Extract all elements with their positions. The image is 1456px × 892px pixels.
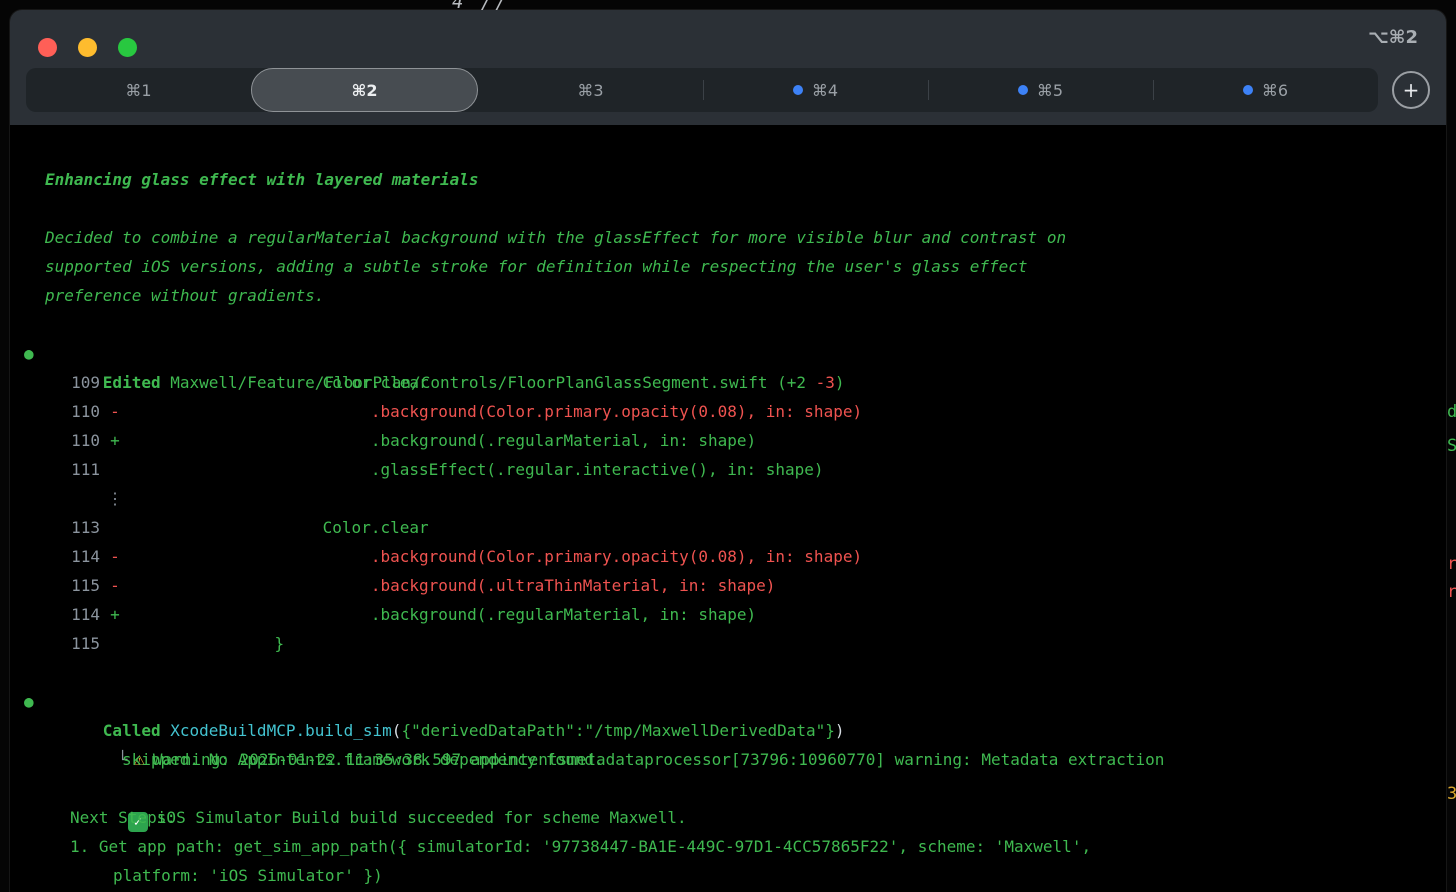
tab-bar: ⌘1 ⌘2 ⌘3 ⌘4 ⌘5 ⌘6 + — [26, 68, 1430, 112]
line-number: 115 — [71, 576, 100, 595]
clipped-text-fragment: 3 — [1447, 784, 1456, 804]
tab-cmd2[interactable]: ⌘2 — [251, 68, 478, 112]
clipped-text-fragment: r — [1447, 582, 1456, 602]
notification-dot — [1242, 85, 1253, 95]
tab-label: ⌘4 — [811, 80, 839, 100]
titlebar[interactable]: ⌥⌘2 — [10, 10, 1446, 68]
tab-label: ⌘5 — [1036, 80, 1064, 100]
add-tab-button[interactable]: + — [1392, 71, 1430, 109]
tab-cmd3[interactable]: ⌘3 — [478, 68, 703, 112]
edited-file-header: ● Edited Maxwell/Feature/FloorPlan/Contro… — [10, 339, 1446, 392]
close-button[interactable] — [38, 38, 57, 57]
tab-label: ⌘2 — [351, 80, 378, 100]
line-number: 111 — [71, 460, 100, 479]
diff-line-context: 113 Color.clear — [10, 513, 1446, 542]
tab-strip: ⌘1 ⌘2 ⌘3 ⌘4 ⌘5 ⌘6 — [26, 68, 1378, 112]
diff-line-addition: 110 + .background(.regularMaterial, in: s… — [10, 426, 1446, 455]
diff-line-deletion: 110- .background(Color.primary.opacity(0… — [10, 397, 1446, 426]
assistant-summary-line: Decided to combine a regularMaterial bac… — [45, 228, 1067, 247]
diff-line-addition: 114 + .background(.regularMaterial, in: s… — [10, 600, 1446, 629]
ellipsis-icon: ⋮ — [107, 489, 123, 508]
diff-line-gap: ⋮ — [10, 484, 1446, 513]
clipped-text-fragment: r — [1447, 554, 1456, 574]
assistant-summary-line: preference without gradients. — [45, 286, 325, 305]
tool-call-header: ● Called XcodeBuildMCP.build_sim({"derive… — [10, 687, 1446, 740]
minimize-button[interactable] — [78, 38, 97, 57]
tab-label: ⌘6 — [1261, 80, 1289, 100]
diff-line-context: 115 } — [10, 629, 1446, 658]
tab-cmd6[interactable]: ⌘6 — [1153, 68, 1378, 112]
next-step-item: 1. Get app path: get_sim_app_path({ simu… — [70, 837, 1092, 856]
zoom-button[interactable] — [118, 38, 137, 57]
notification-dot — [1017, 85, 1028, 95]
tab-cmd4[interactable]: ⌘4 — [703, 68, 928, 112]
tab-label: ⌘1 — [125, 80, 152, 100]
line-number: 110 — [71, 431, 100, 450]
clipped-text-fragment: d — [1447, 402, 1456, 422]
next-steps-heading: Next Steps: — [70, 808, 176, 827]
line-number: 113 — [71, 518, 100, 537]
bullet-icon: ● — [24, 692, 34, 711]
line-number: 114 — [71, 547, 100, 566]
tab-label: ⌘3 — [577, 80, 604, 100]
line-number: 114 — [71, 605, 100, 624]
diff-line-context: 111 .glassEffect(.regular.interactive(),… — [10, 455, 1446, 484]
terminal-window: ⌥⌘2 ⌘1 ⌘2 ⌘3 ⌘4 ⌘5 ⌘6 + Enhancing glass … — [10, 10, 1446, 892]
diff-line-context: 109 Color.clear — [10, 368, 1446, 397]
line-number: 109 — [71, 373, 100, 392]
diff-line-deletion: 114- .background(Color.primary.opacity(0… — [10, 542, 1446, 571]
assistant-heading: Enhancing glass effect with layered mate… — [45, 170, 479, 189]
build-success-line: ✓ iOS Simulator Build build succeeded for… — [10, 774, 1446, 832]
bullet-icon: ● — [24, 344, 34, 363]
build-warning-line: skipped. No AppIntents.framework depende… — [122, 750, 604, 769]
tab-cmd1[interactable]: ⌘1 — [26, 68, 251, 112]
build-warning-line: └ ⚠ Warning: 2026-01-22 11:35:38.597 appin… — [117, 748, 1165, 770]
line-number: 115 — [71, 634, 100, 653]
diff-line-deletion: 115- .background(.ultraThinMaterial, in:… — [10, 571, 1446, 600]
line-number: 110 — [71, 402, 100, 421]
clipped-text-fragment: S — [1447, 436, 1456, 456]
notification-dot — [792, 85, 803, 95]
terminal-output[interactable]: Enhancing glass effect with layered mate… — [10, 125, 1446, 892]
next-step-item: platform: 'iOS Simulator' }) — [113, 866, 383, 885]
tab-cmd5[interactable]: ⌘5 — [928, 68, 1153, 112]
assistant-summary-line: supported iOS versions, adding a subtle … — [45, 257, 1028, 276]
window-hotkey-badge: ⌥⌘2 — [1368, 27, 1418, 48]
